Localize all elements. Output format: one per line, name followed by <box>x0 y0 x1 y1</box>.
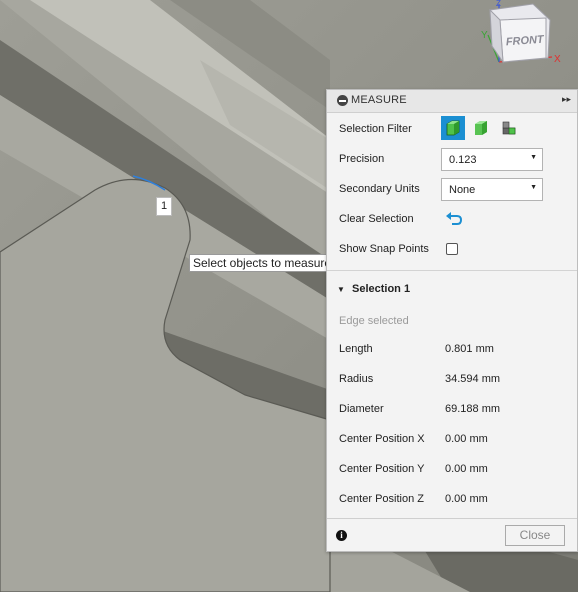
measure-field-row: Radius 34.594 mm <box>327 365 577 395</box>
info-icon[interactable]: i <box>336 530 347 541</box>
clear-selection-label: Clear Selection <box>339 213 414 225</box>
precision-dropdown[interactable]: 0.123 ▼ <box>441 148 543 171</box>
secondary-units-row: Secondary Units None ▼ <box>327 175 577 205</box>
measure-tooltip: Select objects to measure. <box>189 254 339 272</box>
clear-selection-row: Clear Selection <box>327 205 577 235</box>
show-snap-points-row: Show Snap Points <box>327 235 577 265</box>
field-value: 0.00 mm <box>445 493 488 505</box>
field-value: 69.188 mm <box>445 403 501 415</box>
field-label: Length <box>339 343 373 355</box>
collapse-icon[interactable] <box>337 95 348 106</box>
panel-header: MEASURE ▸▸ <box>327 90 577 113</box>
secondary-units-label: Secondary Units <box>339 183 420 195</box>
measure-field-row: Center Position Y 0.00 mm <box>327 455 577 485</box>
measure-field-row: Center Position X 0.00 mm <box>327 425 577 455</box>
show-snap-points-checkbox[interactable] <box>446 243 458 255</box>
secondary-units-value: None <box>449 184 476 196</box>
body-filter-icon[interactable] <box>441 116 465 140</box>
secondary-units-dropdown[interactable]: None ▼ <box>441 178 543 201</box>
field-label: Center Position X <box>339 433 425 445</box>
chevron-down-icon: ▼ <box>530 184 537 191</box>
field-label: Diameter <box>339 403 384 415</box>
selection-title: Selection 1 <box>352 283 411 295</box>
viewcube-axis-x: X <box>554 54 561 65</box>
viewcube-axis-z: Z <box>496 0 501 8</box>
chevron-down-icon: ▼ <box>530 154 537 161</box>
divider <box>327 270 577 271</box>
selection-status: Edge selected <box>339 315 409 327</box>
edge-filter-icon[interactable] <box>497 116 521 140</box>
field-value: 34.594 mm <box>445 373 501 385</box>
selection-filter-row: Selection Filter <box>327 115 577 145</box>
precision-row: Precision 0.123 ▼ <box>327 145 577 175</box>
field-value: 0.00 mm <box>445 463 488 475</box>
field-label: Radius <box>339 373 374 385</box>
field-value: 0.801 mm <box>445 343 494 355</box>
undo-icon[interactable] <box>445 211 463 230</box>
selection-filter-label: Selection Filter <box>339 123 412 135</box>
field-value: 0.00 mm <box>445 433 488 445</box>
measure-field-row: Length 0.801 mm <box>327 335 577 365</box>
viewcube-axis-y: Y <box>481 30 488 41</box>
measure-field-row: Diameter 69.188 mm <box>327 395 577 425</box>
face-filter-icon[interactable] <box>469 116 493 140</box>
viewcube[interactable]: FRONT X Y Z <box>478 0 578 70</box>
expand-panel-icon[interactable]: ▸▸ <box>562 94 571 105</box>
triangle-down-icon: ▼ <box>337 285 345 294</box>
field-label: Center Position Z <box>339 493 424 505</box>
close-button[interactable]: Close <box>505 525 565 546</box>
panel-footer: i Close <box>327 518 577 551</box>
measure-field-row: Center Position Z 0.00 mm <box>327 485 577 515</box>
precision-value: 0.123 <box>449 154 477 166</box>
precision-label: Precision <box>339 153 385 165</box>
selection-section-header[interactable]: ▼ Selection 1 <box>327 275 577 305</box>
field-label: Center Position Y <box>339 463 425 475</box>
measure-panel: MEASURE ▸▸ Selection Filter Precision 0.… <box>326 89 578 552</box>
snap-point-label: 1 <box>156 197 172 216</box>
panel-title: MEASURE <box>351 94 407 106</box>
show-snap-points-label: Show Snap Points <box>339 243 429 255</box>
